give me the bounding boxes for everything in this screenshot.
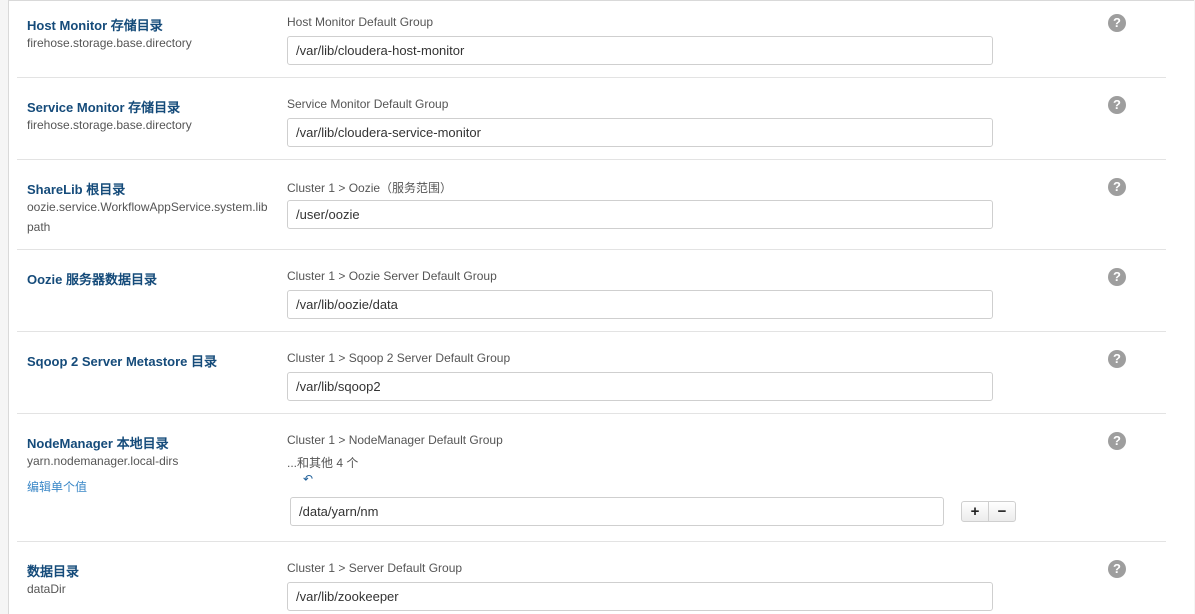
value-list-controls: + − [961, 501, 1016, 522]
help-icon[interactable]: ? [1108, 178, 1126, 196]
divider [17, 331, 1166, 332]
config-name: 数据目录 [27, 564, 80, 579]
config-name: NodeManager 本地目录 [27, 436, 169, 451]
config-key: firehose.storage.base.directory [27, 118, 192, 132]
config-name: ShareLib 根目录 [27, 182, 126, 197]
config-group: Cluster 1 > Oozie Server Default Group [287, 269, 497, 283]
config-value-input[interactable] [290, 497, 944, 526]
others-count: ...和其他 4 个 [287, 456, 359, 470]
config-name: Service Monitor 存储目录 [27, 100, 181, 115]
config-group: Cluster 1 > Oozie（服务范围） [287, 181, 453, 195]
config-name: Oozie 服务器数据目录 [27, 272, 158, 287]
config-key: firehose.storage.base.directory [27, 36, 192, 50]
divider [17, 159, 1166, 160]
help-icon[interactable]: ? [1108, 268, 1126, 286]
add-value-button[interactable]: + [962, 502, 988, 521]
config-key: oozie.service.WorkflowAppService.system.… [27, 200, 268, 234]
divider [17, 541, 1166, 542]
help-icon[interactable]: ? [1108, 14, 1126, 32]
remove-value-button[interactable]: − [988, 502, 1015, 521]
config-group: Cluster 1 > Server Default Group [287, 561, 463, 575]
config-group: Host Monitor Default Group [287, 15, 434, 29]
config-key: yarn.nodemanager.local-dirs [27, 454, 179, 468]
help-icon[interactable]: ? [1108, 350, 1126, 368]
help-icon[interactable]: ? [1108, 560, 1126, 578]
divider [17, 413, 1166, 414]
config-name: Host Monitor 存储目录 [27, 18, 163, 33]
config-value-input[interactable] [287, 582, 993, 611]
config-value-input[interactable] [287, 118, 993, 147]
config-panel: Host Monitor 存储目录 firehose.storage.base.… [8, 0, 1194, 614]
help-icon[interactable]: ? [1108, 432, 1126, 450]
config-key: dataDir [27, 582, 66, 596]
config-group: Cluster 1 > NodeManager Default Group [287, 433, 503, 447]
config-group: Cluster 1 > Sqoop 2 Server Default Group [287, 351, 511, 365]
config-name: Sqoop 2 Server Metastore 目录 [27, 354, 217, 369]
config-value-input[interactable] [287, 36, 993, 65]
undo-icon[interactable]: ↶ [303, 472, 313, 486]
divider [17, 249, 1166, 250]
config-value-input[interactable] [287, 372, 993, 401]
config-group: Service Monitor Default Group [287, 97, 449, 111]
divider [17, 77, 1166, 78]
config-value-input[interactable] [287, 290, 993, 319]
help-icon[interactable]: ? [1108, 96, 1126, 114]
edit-individual-values-link[interactable]: 编辑单个值 [27, 478, 87, 495]
config-value-input[interactable] [287, 200, 993, 229]
